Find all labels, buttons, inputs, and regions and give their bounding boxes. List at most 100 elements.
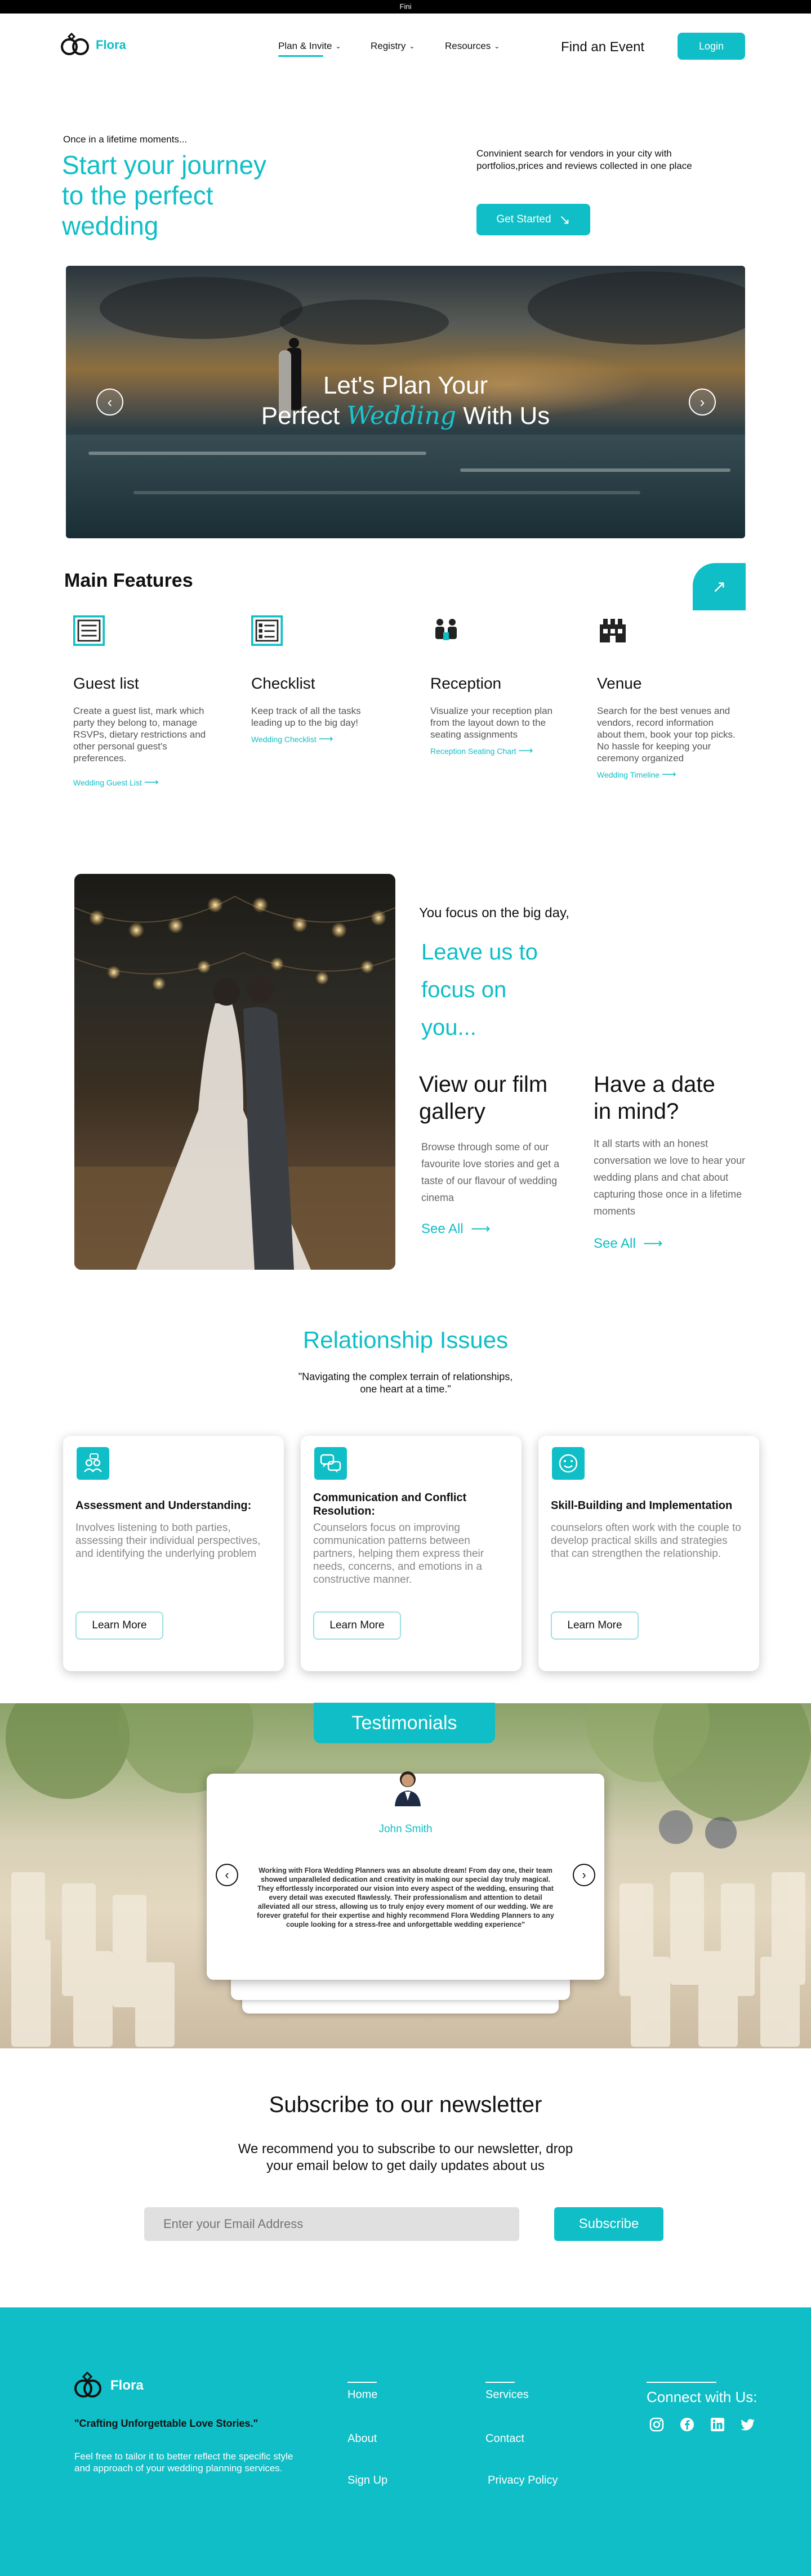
subscribe-button[interactable]: Subscribe <box>554 2207 663 2241</box>
quote-line: one heart at a time." <box>360 1383 451 1395</box>
chevron-down-icon: ⌄ <box>335 42 341 50</box>
hero-title-line: Start your journey <box>62 150 267 180</box>
footer-blurb: Feel free to tailor it to better reflect… <box>74 2451 293 2474</box>
linkedin-icon[interactable] <box>710 2417 725 2432</box>
date-title-line: in mind? <box>594 1099 679 1124</box>
nav-active-underline <box>278 55 323 57</box>
feature-link[interactable]: Wedding Timeline ⟶ <box>597 769 738 780</box>
relationship-card: Skill-Building and Implementation counse… <box>538 1436 759 1671</box>
email-input[interactable] <box>144 2207 519 2241</box>
testimonials-heading: Testimonials <box>314 1703 495 1743</box>
tagline-line: Leave us to <box>421 940 538 965</box>
learn-more-button[interactable]: Learn More <box>75 1611 163 1640</box>
footer-link-signup[interactable]: Sign Up <box>347 2474 387 2487</box>
banner-title: Let's Plan Your Perfect Wedding With Us <box>66 370 745 431</box>
see-all-label: See All <box>421 1221 464 1236</box>
feature-title: Reception <box>430 675 502 692</box>
footer-link-services[interactable]: Services <box>485 2389 529 2401</box>
card-text: counselors often work with the couple to… <box>551 1522 741 1560</box>
nav-item-resources[interactable]: Resources ⌄ <box>445 41 500 52</box>
card-text: Involves listening to both parties, asse… <box>75 1522 261 1560</box>
footer: Flora "Crafting Unforgettable Love Stori… <box>0 2307 811 2576</box>
newsletter-text: We recommend you to subscribe to our new… <box>0 2141 811 2175</box>
date-text: It all starts with an honest conversatio… <box>594 1138 746 1217</box>
testimonial-prev-button[interactable]: ‹ <box>216 1864 238 1886</box>
arrow-right-icon: ⟶ <box>144 776 159 788</box>
footer-link-contact[interactable]: Contact <box>485 2432 524 2445</box>
relationship-heading: Relationship Issues <box>302 1327 509 1353</box>
footer-brand[interactable]: Flora <box>73 2372 144 2400</box>
chevron-left-icon: ‹ <box>225 1868 229 1882</box>
carousel-next-button[interactable]: › <box>689 389 716 416</box>
nav-item-plan-invite[interactable]: Plan & Invite ⌄ <box>278 41 341 52</box>
feature-link-label: Wedding Timeline <box>597 770 660 779</box>
nav-label: Registry <box>371 41 406 51</box>
gallery-title: View our film gallery <box>419 1071 547 1125</box>
learn-more-button[interactable]: Learn More <box>313 1611 401 1640</box>
rings-logo-icon <box>74 2372 101 2398</box>
gallery-title-line: View our film <box>419 1072 548 1097</box>
feature-link[interactable]: Wedding Guest List ⟶ <box>73 776 214 788</box>
feature-venue: Venue Search for the best venues and ven… <box>597 615 738 780</box>
newsletter-heading: Subscribe to our newsletter <box>269 2092 542 2117</box>
facebook-icon[interactable] <box>679 2417 695 2432</box>
date-title: Have a date in mind? <box>594 1071 715 1125</box>
get-started-button[interactable]: Get Started ↘ <box>476 204 590 235</box>
feature-text: Keep track of all the tasks leading up t… <box>251 706 361 728</box>
relationship-card: Communication and Conflict Resolution: C… <box>301 1436 522 1671</box>
footer-divider <box>485 2382 515 2383</box>
avatar <box>391 1767 424 1806</box>
speech-bubbles-icon <box>314 1447 347 1480</box>
footer-divider <box>347 2382 377 2383</box>
fairy-lights-decoration <box>74 895 395 1270</box>
feature-checklist: Checklist Keep track of all the tasks le… <box>251 615 392 745</box>
feature-link-label: Wedding Checklist <box>251 735 317 744</box>
split-tagline: Leave us to focus on you... <box>421 934 538 1047</box>
gallery-see-all-link[interactable]: See All ⟶ <box>421 1221 490 1237</box>
instagram-icon[interactable] <box>649 2417 665 2432</box>
footer-link-privacy[interactable]: Privacy Policy <box>488 2474 558 2487</box>
arrow-right-icon: ⟶ <box>318 733 333 744</box>
features-arrow-button[interactable]: ↗ <box>693 563 746 610</box>
feature-link[interactable]: Reception Seating Chart ⟶ <box>430 745 571 757</box>
smiley-icon <box>552 1447 585 1480</box>
gallery-text: Browse through some of our favourite lov… <box>421 1141 560 1203</box>
feature-title: Venue <box>597 675 642 692</box>
testimonial-name: John Smith <box>378 1823 433 1835</box>
feature-link-label: Reception Seating Chart <box>430 747 516 756</box>
chevron-right-icon: › <box>699 393 705 410</box>
hero-kicker: Once in a lifetime moments... <box>63 134 188 145</box>
feature-title: Checklist <box>251 675 315 692</box>
relationship-quote: "Navigating the complex terrain of relat… <box>0 1370 811 1395</box>
twitter-icon[interactable] <box>740 2417 756 2432</box>
learn-more-button[interactable]: Learn More <box>551 1611 639 1640</box>
chevron-down-icon: ⌄ <box>494 42 500 50</box>
arrow-right-icon: ⟶ <box>518 745 533 756</box>
feature-link[interactable]: Wedding Checklist ⟶ <box>251 733 392 745</box>
brand-name: Flora <box>96 38 126 52</box>
testimonial-next-button[interactable]: › <box>573 1864 595 1886</box>
banner-title-line: Perfect Wedding With Us <box>66 401 745 431</box>
footer-link-about[interactable]: About <box>347 2432 377 2445</box>
newsletter-text-line: your email below to get daily updates ab… <box>266 2158 545 2173</box>
arrow-right-icon: ⟶ <box>471 1221 491 1236</box>
get-started-label: Get Started <box>496 213 551 225</box>
find-event-link[interactable]: Find an Event <box>561 39 644 55</box>
hero-title-line: wedding <box>62 211 159 240</box>
top-bar: Fini <box>0 0 811 14</box>
date-see-all-link[interactable]: See All ⟶ <box>594 1235 662 1252</box>
login-button[interactable]: Login <box>678 33 745 60</box>
footer-link-home[interactable]: Home <box>347 2389 377 2401</box>
brand-logo[interactable]: Flora <box>61 32 126 56</box>
feature-link-label: Wedding Guest List <box>73 778 142 787</box>
nav-item-registry[interactable]: Registry ⌄ <box>371 41 415 52</box>
chevron-right-icon: › <box>582 1868 586 1882</box>
hero-title: Start your journey to the perfect weddin… <box>62 150 266 241</box>
checklist-icon <box>251 615 283 646</box>
carousel-prev-button[interactable]: ‹ <box>96 389 123 416</box>
card-title: Assessment and Understanding: <box>75 1499 252 1512</box>
hero-banner-image: Let's Plan Your Perfect Wedding With Us … <box>66 266 745 538</box>
testimonial-card: John Smith ‹ › Working with Flora Weddin… <box>207 1771 604 1980</box>
quote-line: "Navigating the complex terrain of relat… <box>298 1371 513 1382</box>
feature-guest-list: Guest list Create a guest list, mark whi… <box>73 615 214 788</box>
